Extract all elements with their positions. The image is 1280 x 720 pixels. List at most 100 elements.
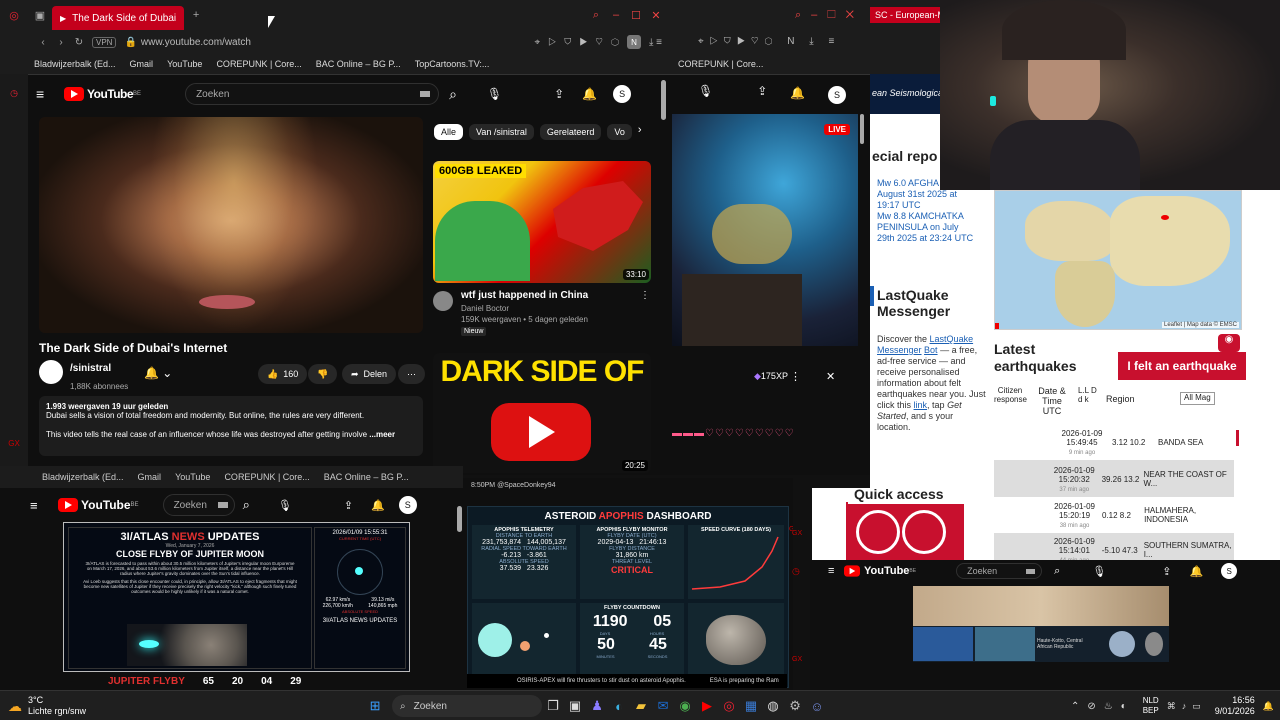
hamburger-menu-icon[interactable]: ≡ bbox=[30, 498, 58, 513]
rec-channel-avatar[interactable] bbox=[433, 291, 453, 311]
bookmark-corepunk[interactable]: COREPUNK | Core... bbox=[670, 54, 870, 75]
recommendation-thumbnail-2[interactable]: DARK SIDE OF 20:25 bbox=[433, 353, 651, 473]
discord-icon[interactable]: ☺ bbox=[806, 695, 828, 717]
link-text[interactable]: link bbox=[914, 400, 928, 410]
gx-icon-right-2[interactable]: GX bbox=[792, 656, 802, 663]
notification-center-icon[interactable]: 🔔 bbox=[1263, 701, 1274, 712]
bookmark-4[interactable]: BAC Online – BG P... bbox=[316, 59, 401, 69]
dislike-button[interactable]: 👎 bbox=[308, 364, 338, 384]
hamburger-menu-icon[interactable]: ≡ bbox=[36, 86, 64, 102]
bookmark-0[interactable]: Bladwijzerbalk (Ed... bbox=[34, 59, 116, 69]
youtube-logo-icon[interactable] bbox=[64, 87, 84, 101]
table-scrollbar[interactable] bbox=[1236, 430, 1239, 446]
vpn-badge[interactable]: VPN bbox=[92, 36, 117, 48]
upload-icon[interactable]: ⇪ bbox=[554, 87, 564, 101]
window-controls[interactable]: ⌕–☐✕ bbox=[670, 0, 870, 30]
search-input[interactable]: Zoeken bbox=[185, 83, 440, 105]
search-icon[interactable]: ⌕ bbox=[243, 497, 250, 513]
bookmark-2[interactable]: YouTube bbox=[167, 59, 202, 69]
chip-related[interactable]: Gerelateerd bbox=[539, 124, 602, 140]
table-row[interactable]: 2026-01-09 15:49:45 9 min ago 3.12 10.2 BA… bbox=[994, 424, 1234, 461]
atlas-news-video[interactable]: 3I/ATLAS NEWS UPDATES Wed, January 7, 20… bbox=[63, 522, 410, 672]
teams-icon[interactable]: ♟ bbox=[586, 695, 608, 717]
opera-icon[interactable]: ◎ bbox=[0, 9, 28, 22]
youtube-logo-icon[interactable] bbox=[58, 498, 78, 512]
chip-from-channel[interactable]: Van /sinistral bbox=[469, 124, 534, 140]
bookmark-0[interactable]: Bladwijzerbalk (Ed... bbox=[42, 472, 124, 482]
bookmark-2[interactable]: YouTube bbox=[175, 472, 210, 482]
satellite-video-top[interactable] bbox=[913, 586, 1169, 626]
scrollbar-thumb-2[interactable] bbox=[860, 114, 864, 144]
quick-access-icon[interactable] bbox=[846, 504, 964, 564]
search-icon[interactable]: ⌕ bbox=[586, 9, 606, 22]
youtube-logo-icon[interactable] bbox=[844, 565, 860, 577]
task-view-icon[interactable]: ❐ bbox=[542, 695, 564, 717]
microphone-icon[interactable]: 🎙 bbox=[698, 84, 713, 98]
profile-icon[interactable]: N bbox=[626, 35, 641, 49]
subscribe-bell-icon[interactable]: 🔔 ⌄ bbox=[144, 366, 172, 380]
microphone-icon[interactable]: 🎙 bbox=[278, 499, 292, 512]
rec-menu-icon[interactable]: ⋮ bbox=[640, 290, 650, 301]
search-input[interactable]: Zoeken bbox=[162, 494, 235, 516]
table-row[interactable]: 2026-01-09 15:20:32 37 min ago 39.26 13.2 … bbox=[994, 461, 1234, 497]
camera-app-icon[interactable]: ▣ bbox=[564, 695, 586, 717]
like-button[interactable]: 👍 160 bbox=[258, 364, 308, 384]
avatar[interactable]: S bbox=[398, 496, 417, 514]
microphone-icon[interactable]: 🎙 bbox=[487, 87, 502, 101]
start-icon[interactable]: ⊞ bbox=[364, 695, 386, 717]
edge-icon[interactable]: ◐ bbox=[608, 695, 630, 717]
bookmark-3[interactable]: COREPUNK | Core... bbox=[216, 59, 301, 69]
obs-icon[interactable]: ◍ bbox=[762, 695, 784, 717]
chat-menu-icon[interactable]: ⋮ bbox=[790, 370, 801, 383]
scrollbar-thumb[interactable] bbox=[457, 506, 462, 532]
felt-earthquake-button[interactable]: I felt an earthquake bbox=[1118, 352, 1246, 380]
keyboard-icon[interactable] bbox=[1026, 568, 1036, 574]
weather-icon[interactable]: ☁ bbox=[8, 698, 22, 715]
chip-all[interactable]: Alle bbox=[434, 124, 464, 140]
clock[interactable]: 16:56 9/01/2026 bbox=[1215, 695, 1255, 717]
notifications-icon[interactable]: 🔔 bbox=[371, 499, 385, 512]
satellite-video-bottom[interactable]: Haute-Kotto, Central African Republic bbox=[913, 626, 1169, 662]
rec-title-1[interactable]: wtf just happened in China bbox=[461, 290, 588, 301]
tray-icons[interactable]: ⌃⊘♨◐ bbox=[1071, 701, 1135, 712]
chrome-icon[interactable]: ◉ bbox=[674, 695, 696, 717]
more-actions-button[interactable]: ⋯ bbox=[398, 364, 425, 384]
calculator-icon[interactable]: ▦ bbox=[740, 695, 762, 717]
microphone-icon[interactable]: 🎙 bbox=[1092, 565, 1106, 578]
bookmark-1[interactable]: Gmail bbox=[138, 472, 162, 482]
sidebar-clock-icon[interactable]: ◷ bbox=[0, 88, 28, 99]
search-icon[interactable]: ⌕ bbox=[449, 86, 457, 103]
quake-marker[interactable] bbox=[1161, 215, 1169, 220]
earthquake-map[interactable]: Leaflet | Map data © EMSC bbox=[994, 190, 1242, 330]
video-player[interactable] bbox=[39, 117, 423, 333]
felt-icon[interactable]: ◉ bbox=[1218, 334, 1240, 352]
gx-icon-right[interactable]: GX bbox=[792, 530, 802, 537]
share-button[interactable]: ➦ Delen bbox=[342, 364, 397, 384]
outlook-icon[interactable]: ✉ bbox=[652, 695, 674, 717]
upload-icon[interactable]: ⇪ bbox=[757, 84, 767, 98]
notifications-icon-2[interactable]: 🔔 bbox=[790, 86, 805, 100]
url-field[interactable]: www.youtube.com/watch bbox=[141, 37, 535, 48]
search-icon[interactable]: ⌕ bbox=[1054, 565, 1060, 578]
toolbar-icons[interactable]: ⌖▷⛉▶♡⬡ bbox=[534, 37, 627, 48]
live-stream-player[interactable]: LIVE bbox=[672, 114, 858, 346]
forward-icon[interactable]: › bbox=[52, 37, 70, 48]
bookmark-3[interactable]: COREPUNK | Core... bbox=[224, 472, 309, 482]
channel-name[interactable]: /sinistral bbox=[70, 363, 111, 374]
new-tab-button[interactable]: + bbox=[184, 9, 208, 21]
opera-gx-icon[interactable]: ◎ bbox=[718, 695, 740, 717]
scrollbar-thumb[interactable] bbox=[661, 80, 666, 120]
rec-channel-1[interactable]: Daniel Boctor bbox=[461, 304, 509, 313]
magnitude-filter[interactable]: All Mag bbox=[1180, 392, 1215, 405]
toolbar-icons-2[interactable]: ⌖▷⛉▶♡⬡ N ⤓ ≡ bbox=[670, 30, 870, 54]
description-box[interactable]: 1.993 weergaven 19 uur geleden Dubai sel… bbox=[39, 396, 423, 456]
upload-icon[interactable]: ⇪ bbox=[344, 499, 353, 512]
bookmark-4[interactable]: BAC Online – BG P... bbox=[324, 472, 409, 482]
maximize-icon[interactable]: ☐ bbox=[626, 9, 646, 22]
back-icon[interactable]: ‹ bbox=[34, 37, 52, 48]
file-explorer-icon[interactable]: ▰ bbox=[630, 695, 652, 717]
network-volume-icons[interactable]: ⌘♪▭ bbox=[1167, 701, 1207, 712]
search-input[interactable]: Zoeken bbox=[956, 563, 1043, 579]
bookmark-1[interactable]: Gmail bbox=[130, 59, 154, 69]
close-icon[interactable]: ✕ bbox=[646, 9, 666, 22]
